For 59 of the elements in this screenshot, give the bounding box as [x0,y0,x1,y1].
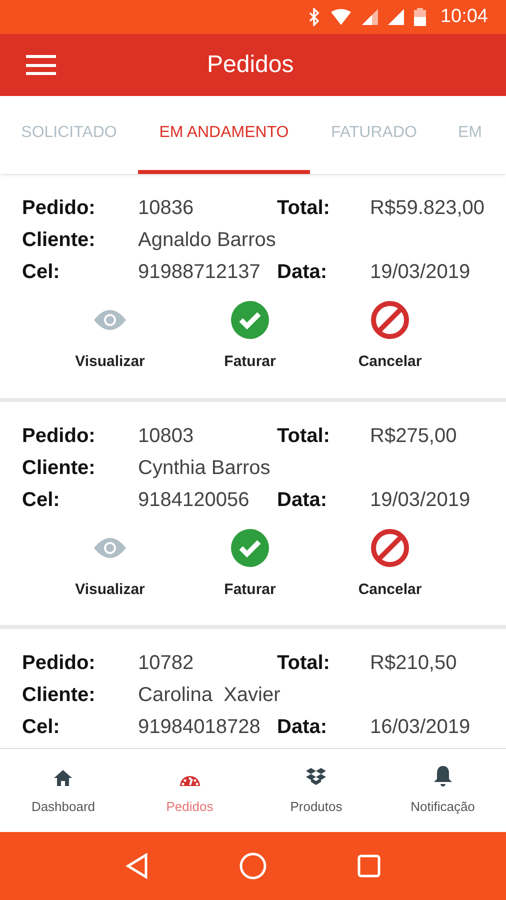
field-label: Total: [277,424,331,448]
field-label: Data: [277,260,328,285]
cancel-action-button[interactable]: Cancelar [320,528,460,601]
field-value: R$275,00 [370,424,457,448]
field-label: Data: [277,488,328,512]
field-label: Pedido: [22,424,96,448]
view-action-button[interactable]: Visualizar [40,301,180,374]
home-icon [53,768,74,787]
field-value: 16/03/2019 [370,715,470,740]
field-label: Cel: [22,715,61,740]
field-value: R$210,50 [370,651,457,676]
signal-icon [388,9,404,25]
view-action-button[interactable]: Visualizar [40,528,180,601]
prohibited-icon [371,528,409,566]
field-label: Cliente: [22,683,96,708]
check-circle-icon [231,528,269,566]
signal-icon [362,9,378,25]
field-label: Total: [277,651,331,676]
nav-tab[interactable]: Produtos [253,749,380,832]
invoice-action-button[interactable]: Faturar [180,301,320,374]
field-label: Cel: [22,260,61,285]
wifi-icon [330,9,352,25]
field-label: Cliente: [22,456,96,480]
screen-title: Pedidos [207,50,294,80]
field-value: 91988712137 [138,260,262,285]
field-value: 10782 [138,651,195,676]
field-label: Cel: [22,488,61,512]
field-value: 91984018728 [138,715,262,740]
field-label: Pedido: [22,651,96,676]
nav-tab[interactable]: Notificação [380,749,506,832]
field-value: 10836 [138,196,195,221]
field-label: Total: [277,196,331,221]
clock-time: 10:04 [440,4,488,29]
nav-tab[interactable]: Dashboard [0,749,126,832]
field-value: Agnaldo Barros [138,228,277,253]
prohibited-icon [371,301,409,339]
home-icon[interactable] [239,852,267,880]
field-value: Cynthia Barros [138,456,272,480]
field-label: Pedido: [22,196,96,221]
menu-button[interactable] [26,52,58,78]
field-value: R$59.823,00 [370,196,485,221]
field-label: Cliente: [22,228,96,253]
field-value: 19/03/2019 [370,260,470,285]
bluetooth-icon [308,8,320,26]
back-icon[interactable] [125,853,149,879]
battery-icon [414,8,426,26]
check-circle-icon [231,301,269,339]
boxes-icon [305,766,328,787]
cancel-action-button[interactable]: Cancelar [320,301,460,374]
field-value: 9184120056 [138,488,250,512]
field-value: 10803 [138,424,195,448]
field-label: Data: [277,715,328,740]
bell-icon [432,764,453,787]
eye-icon [93,309,127,331]
overview-icon[interactable] [357,854,381,878]
invoice-action-button[interactable]: Faturar [180,528,320,601]
tab[interactable]: EM ANDAMENTO [138,96,310,174]
field-value: 19/03/2019 [370,488,470,512]
eye-icon [93,536,127,558]
